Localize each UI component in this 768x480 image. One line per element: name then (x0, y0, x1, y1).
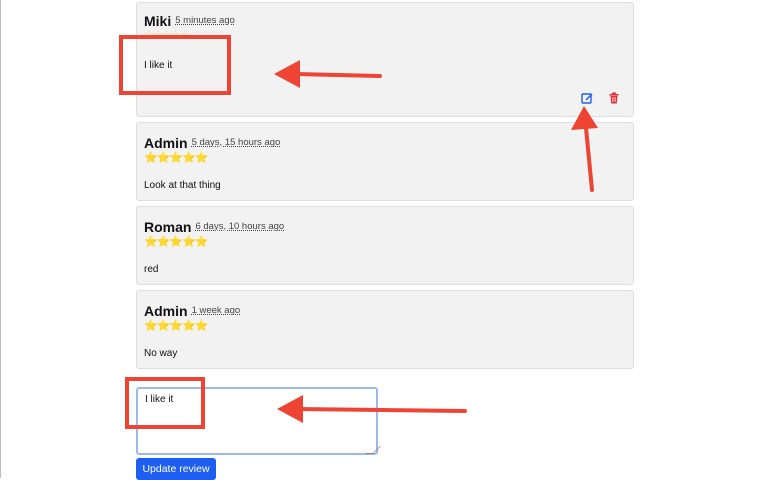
annotation-arrow (571, 106, 598, 192)
annotation-arrows (274, 60, 598, 423)
annotation-arrow (274, 60, 382, 88)
annotation-arrow (277, 395, 467, 423)
